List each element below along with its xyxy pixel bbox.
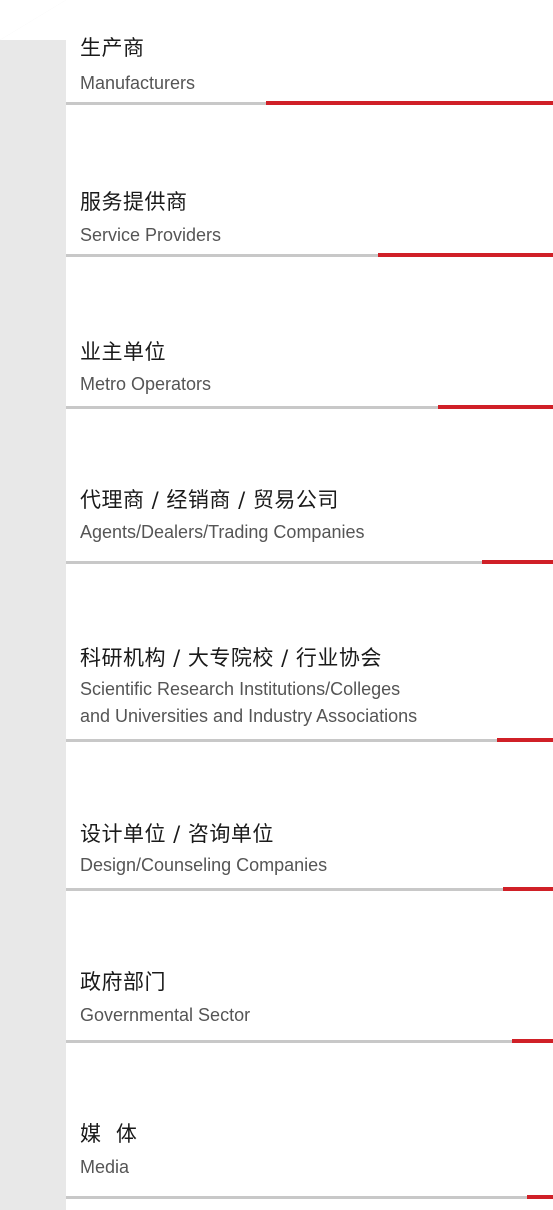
category-zh-label: 代理商 / 经销商 / 贸易公司 [80, 488, 339, 512]
divider-line [66, 1196, 553, 1199]
category-item-research-institutions[interactable]: 科研机构 / 大专院校 / 行业协会 Scientific Research I… [66, 564, 553, 742]
category-zh-label: 设计单位 / 咨询单位 [80, 822, 274, 846]
category-zh-label: 服务提供商 [80, 190, 188, 214]
page: 生产商 Manufacturers 服务提供商 Service Provider… [0, 0, 553, 1210]
category-item-agents-dealers[interactable]: 代理商 / 经销商 / 贸易公司 Agents/Dealers/Trading … [66, 410, 553, 564]
accent-bar [438, 405, 553, 409]
category-zh-label: 政府部门 [80, 970, 166, 994]
category-en-label: Scientific Research Institutions/College… [80, 679, 401, 699]
category-en-label: Media [80, 1157, 130, 1177]
category-en-label: Design/Counseling Companies [80, 855, 328, 875]
category-en-label: Governmental Sector [80, 1005, 251, 1025]
category-en-label: Agents/Dealers/Trading Companies [80, 522, 365, 542]
category-item-governmental-sector[interactable]: 政府部门 Governmental Sector [66, 892, 553, 1044]
category-zh-label: 业主单位 [80, 340, 166, 364]
category-en-label: Manufacturers [80, 73, 196, 93]
divider-line [66, 1040, 553, 1043]
category-item-design-counseling[interactable]: 设计单位 / 咨询单位 Design/Counseling Companies [66, 742, 553, 892]
category-en-label: Metro Operators [80, 374, 212, 394]
accent-bar [527, 1195, 553, 1199]
accent-bar [512, 1039, 553, 1043]
category-item-media[interactable]: 媒 体 Media [66, 1044, 553, 1204]
side-strip-corner [0, 0, 66, 40]
category-item-service-providers[interactable]: 服务提供商 Service Providers [66, 106, 553, 258]
category-zh-label: 科研机构 / 大专院校 / 行业协会 [80, 646, 382, 670]
category-en-label: Service Providers [80, 225, 222, 245]
category-en-label-line2: and Universities and Industry Associatio… [80, 706, 418, 726]
side-strip [0, 0, 66, 1210]
accent-bar [503, 887, 553, 891]
category-zh-label: 媒 体 [80, 1122, 138, 1146]
category-zh-label: 生产商 [80, 36, 145, 60]
accent-bar [266, 101, 553, 105]
category-item-metro-operators[interactable]: 业主单位 Metro Operators [66, 258, 553, 410]
category-item-manufacturers[interactable]: 生产商 Manufacturers [66, 0, 553, 106]
divider-line [66, 888, 553, 891]
accent-bar [378, 253, 553, 257]
